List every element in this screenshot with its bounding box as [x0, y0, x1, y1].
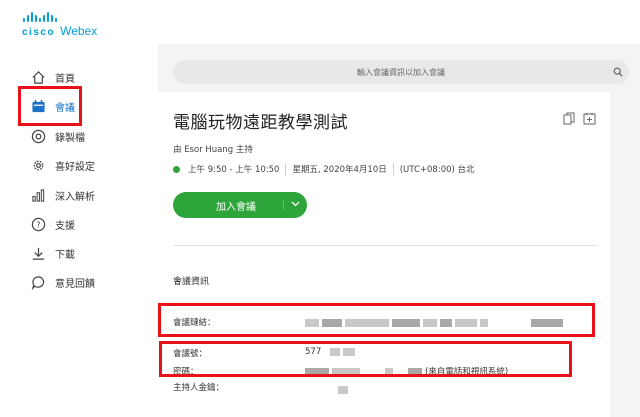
search-icon[interactable]	[613, 67, 623, 80]
sidebar-item-support[interactable]: ? 支援	[30, 213, 75, 235]
help-icon: ?	[30, 216, 46, 232]
host-key-label: 主持人金鑰：	[173, 383, 225, 393]
divider	[285, 163, 287, 175]
status-dot	[173, 165, 180, 173]
meeting-date: 星期五, 2020年4月10日	[292, 165, 387, 175]
highlight-box-meeting-link	[158, 303, 595, 337]
meeting-timezone: (UTC+08:00) 台北	[399, 165, 475, 175]
section-divider	[173, 245, 598, 246]
meeting-time: 上午 9:50 - 上午 10:50	[188, 165, 280, 175]
sidebar-item-home[interactable]: 首頁	[30, 66, 75, 88]
host-key-value-redacted	[338, 385, 351, 395]
highlight-box-meetings	[18, 86, 82, 126]
sidebar-item-label: 下載	[55, 249, 75, 261]
meeting-info-heading: 會議資訊	[173, 277, 210, 287]
cisco-webex-logo[interactable]: cisco Webex	[22, 12, 97, 38]
meeting-time-row: 上午 9:50 - 上午 10:50 星期五, 2020年4月10日 (UTC+…	[173, 163, 475, 175]
sidebar-item-label: 意見回饋	[55, 278, 95, 290]
logo-webex-text: Webex	[60, 24, 98, 38]
sidebar-item-preferences[interactable]: 喜好設定	[30, 154, 95, 176]
recording-icon	[30, 128, 46, 144]
divider	[392, 163, 394, 175]
analytics-icon	[30, 187, 46, 203]
feedback-icon	[30, 274, 46, 290]
sidebar-item-label: 喜好設定	[55, 161, 95, 173]
meeting-host: 由 Esor Huang 主持	[173, 145, 253, 155]
join-meeting-label: 加入會議	[216, 201, 256, 213]
sidebar-item-insights[interactable]: 深入解析	[30, 184, 95, 206]
sidebar-item-feedback[interactable]: 意見回饋	[30, 271, 95, 293]
chevron-down-icon[interactable]	[283, 200, 307, 210]
svg-text:?: ?	[36, 220, 40, 229]
download-icon	[30, 245, 46, 261]
home-icon	[30, 69, 46, 85]
sidebar-item-label: 支援	[55, 220, 75, 232]
title-actions	[563, 112, 596, 128]
sidebar-item-recordings[interactable]: 錄製檔	[30, 125, 85, 147]
copy-icon[interactable]	[563, 112, 575, 128]
sidebar-item-label: 錄製檔	[55, 132, 85, 144]
gear-icon	[30, 157, 46, 173]
join-meeting-search-input[interactable]: 輸入會議資訊以加入會議	[173, 60, 629, 84]
add-to-calendar-icon[interactable]	[583, 112, 596, 128]
join-meeting-button[interactable]: 加入會議	[173, 192, 307, 218]
highlight-box-number-password	[159, 341, 572, 377]
logo-cisco-text: cisco	[22, 27, 56, 38]
meeting-title: 電腦玩物遠距教學測試	[173, 113, 348, 133]
sidebar-item-label: 首頁	[55, 73, 75, 85]
sidebar-item-download[interactable]: 下載	[30, 242, 75, 264]
sidebar-item-label: 深入解析	[55, 191, 95, 203]
search-placeholder: 輸入會議資訊以加入會議	[357, 67, 445, 77]
top-bar: cisco Webex	[0, 0, 640, 44]
cisco-bars-icon	[23, 12, 97, 22]
